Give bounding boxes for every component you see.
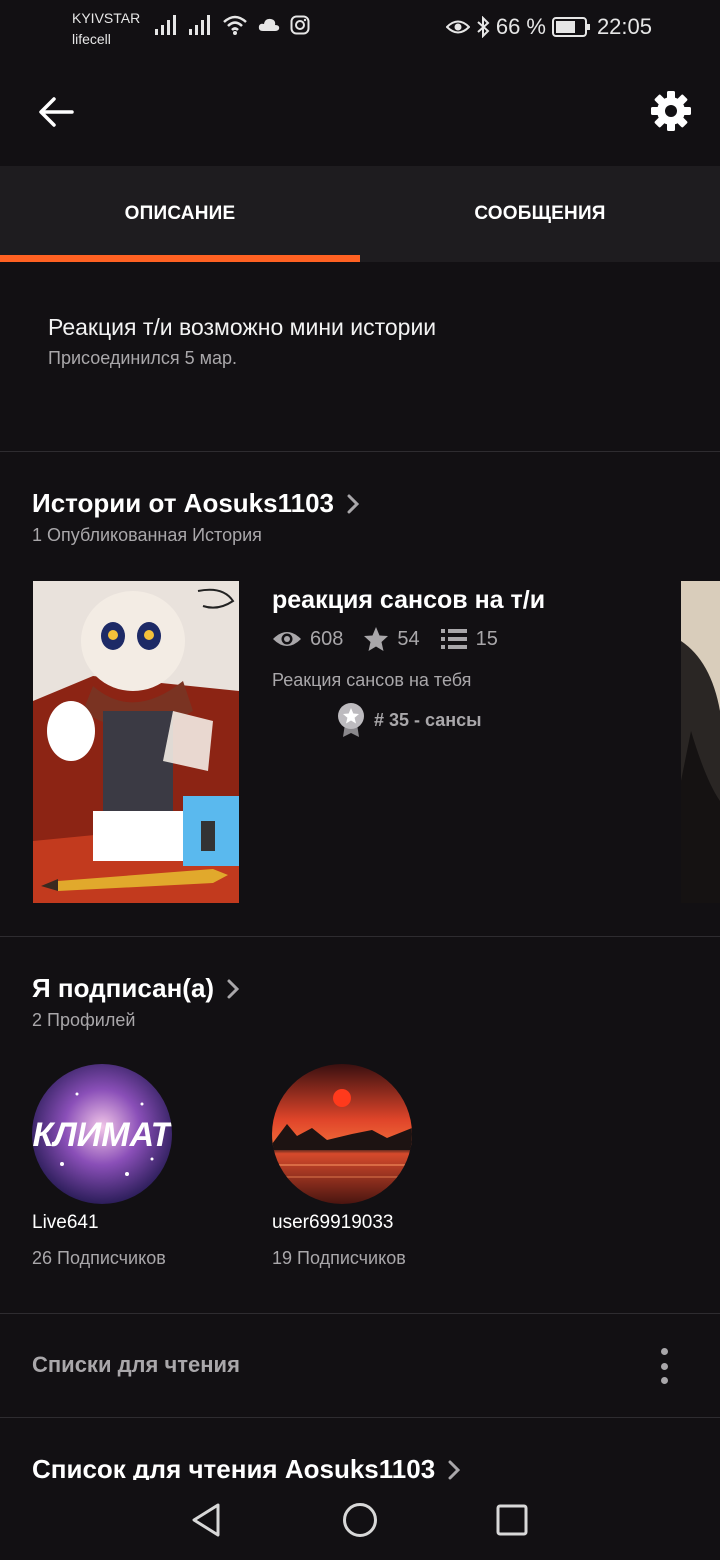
avatar[interactable]: КЛИМАТ bbox=[32, 1064, 172, 1204]
profile-name[interactable]: user69919033 bbox=[272, 1212, 472, 1234]
back-button[interactable] bbox=[30, 88, 82, 136]
following-header[interactable]: Я подписан(а) bbox=[32, 973, 240, 1004]
reading-list-title: Список для чтения Aosuks1103 bbox=[32, 1454, 436, 1480]
next-story-cover[interactable] bbox=[681, 581, 720, 903]
eye-comfort-icon bbox=[445, 20, 470, 34]
about-section: Реакция т/и возможно мини истории Присое… bbox=[0, 262, 720, 452]
nav-home-button[interactable] bbox=[338, 1498, 382, 1542]
parts-stat: 15 bbox=[440, 628, 498, 651]
reading-list-header[interactable]: Список для чтения Aosuks1103 bbox=[32, 1454, 461, 1480]
profile-followers: 26 Подписчиков bbox=[32, 1248, 166, 1268]
profile-card[interactable]: user69919033 19 Подписчиков bbox=[272, 1064, 472, 1269]
stories-section: Истории от Aosuks1103 1 Опубликованная И… bbox=[0, 452, 720, 937]
star-icon bbox=[364, 627, 389, 651]
parts-count: 15 bbox=[475, 627, 498, 650]
signal-1-icon bbox=[155, 15, 176, 35]
cloud-icon bbox=[258, 18, 280, 31]
chevron-right-icon bbox=[227, 979, 240, 998]
profile-description: Реакция т/и возможно мини истории bbox=[48, 314, 437, 340]
wifi-icon bbox=[223, 15, 247, 35]
votes-count: 54 bbox=[397, 627, 420, 650]
views-count: 608 bbox=[310, 627, 344, 650]
stories-count: 1 Опубликованная История bbox=[32, 525, 262, 545]
nav-recents-button[interactable] bbox=[490, 1498, 534, 1542]
views-stat: 608 bbox=[272, 628, 343, 651]
triangle-back-icon bbox=[192, 1503, 220, 1537]
profile-name[interactable]: Live641 bbox=[32, 1212, 232, 1234]
following-count: 2 Профилей bbox=[32, 1010, 136, 1030]
settings-button[interactable] bbox=[646, 86, 696, 136]
arrow-left-icon bbox=[39, 97, 74, 127]
dot-icon bbox=[660, 1362, 668, 1370]
next-story-cover-art bbox=[681, 581, 720, 903]
status-bar: KYIVSTAR lifecell 66 % 22:05 bbox=[0, 0, 720, 56]
stories-header[interactable]: Истории от Aosuks1103 bbox=[32, 488, 360, 519]
story-title[interactable]: реакция сансов на т/и bbox=[272, 586, 545, 615]
reading-lists-bar: Списки для чтения bbox=[0, 1314, 720, 1418]
profile-followers: 19 Подписчиков bbox=[272, 1248, 406, 1268]
tab-messages[interactable]: СООБЩЕНИЯ bbox=[360, 166, 720, 262]
status-icons-left bbox=[154, 14, 310, 36]
eye-icon bbox=[273, 632, 301, 646]
app-bar bbox=[0, 56, 720, 166]
profile-tabs: ОПИСАНИЕ СООБЩЕНИЯ bbox=[0, 166, 720, 262]
profile-card[interactable]: КЛИМАТ Live641 26 Подписчиков bbox=[32, 1064, 232, 1269]
chevron-right-icon bbox=[347, 494, 360, 513]
square-recents-icon bbox=[496, 1504, 528, 1536]
battery-icon bbox=[552, 17, 590, 37]
clock: 22:05 bbox=[596, 14, 652, 39]
circle-home-icon bbox=[343, 1503, 377, 1537]
battery-percent: 66 % bbox=[495, 14, 546, 39]
stories-title: Истории от Aosuks1103 bbox=[32, 488, 335, 518]
more-options-button[interactable] bbox=[652, 1344, 676, 1388]
avatar-image bbox=[272, 1064, 412, 1204]
active-tab-indicator bbox=[0, 255, 360, 262]
reading-lists-label: Списки для чтения bbox=[32, 1352, 240, 1377]
dot-icon bbox=[660, 1377, 668, 1384]
votes-stat: 54 bbox=[363, 626, 420, 652]
story-ranking[interactable]: # 35 - сансы bbox=[336, 702, 482, 738]
chevron-right-icon bbox=[448, 1460, 461, 1479]
carrier-1: KYIVSTAR bbox=[72, 10, 141, 26]
following-section: Я подписан(а) 2 Профилей КЛИМАТ Live641 … bbox=[0, 937, 720, 1314]
ranking-text: # 35 - сансы bbox=[374, 709, 482, 730]
gear-icon bbox=[651, 91, 691, 131]
avatar-image: КЛИМАТ bbox=[32, 1064, 172, 1204]
ranking-badge-icon bbox=[338, 703, 364, 737]
system-nav-bar bbox=[0, 1480, 720, 1560]
status-icons-right: 66 % bbox=[445, 14, 592, 40]
avatar-text: КЛИМАТ bbox=[33, 1116, 172, 1154]
story-cover[interactable] bbox=[33, 581, 239, 903]
carrier-2: lifecell bbox=[72, 31, 111, 47]
list-icon bbox=[440, 629, 467, 649]
story-cover-art bbox=[33, 581, 239, 903]
story-description: Реакция сансов на тебя bbox=[272, 670, 472, 690]
avatar[interactable] bbox=[272, 1064, 412, 1204]
signal-2-icon bbox=[189, 15, 210, 35]
instagram-icon bbox=[290, 15, 310, 35]
tab-description[interactable]: ОПИСАНИЕ bbox=[0, 166, 360, 262]
carrier-labels: KYIVSTAR lifecell bbox=[72, 8, 140, 50]
nav-back-button[interactable] bbox=[184, 1498, 228, 1542]
story-stats: 608 54 15 bbox=[272, 626, 518, 652]
following-title: Я подписан(а) bbox=[32, 973, 215, 1003]
bluetooth-icon bbox=[477, 16, 490, 38]
reading-list-section: Список для чтения Aosuks1103 bbox=[0, 1418, 720, 1480]
dot-icon bbox=[660, 1348, 668, 1355]
joined-date: Присоединился 5 мар. bbox=[48, 348, 238, 368]
